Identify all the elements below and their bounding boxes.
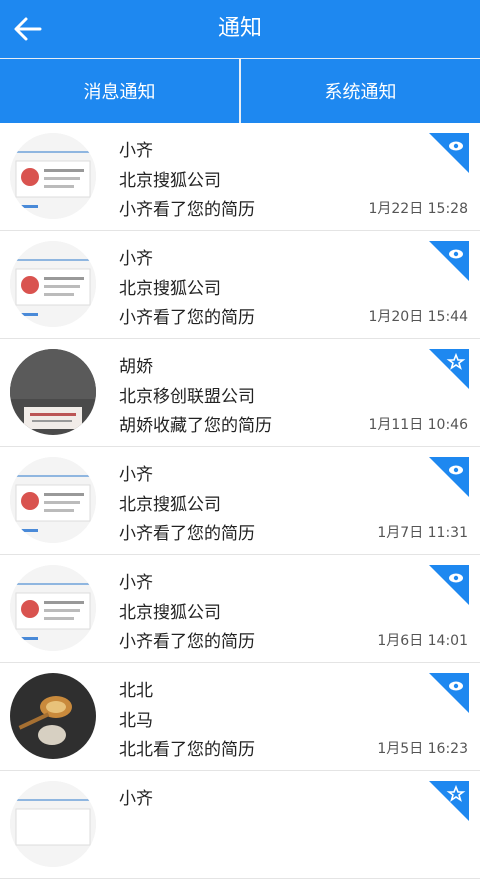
timestamp: 1月7日 11:31: [377, 525, 468, 541]
sender-name: 小齐: [119, 141, 153, 161]
notification-message: 小齐看了您的简历: [119, 308, 255, 328]
notification-item[interactable]: 小齐 北京搜狐公司 小齐看了您的简历 1月20日 15:44: [0, 231, 480, 339]
notification-item[interactable]: 北北 北马 北北看了您的简历 1月5日 16:23: [0, 663, 480, 771]
tab-message-notifications[interactable]: 消息通知: [0, 59, 239, 123]
eye-icon: [429, 673, 469, 713]
notification-item[interactable]: 小齐 北京搜狐公司 小齐看了您的简历 1月6日 14:01: [0, 555, 480, 663]
company-name: 北京搜狐公司: [119, 279, 221, 299]
notification-message: 小齐看了您的简历: [119, 200, 255, 220]
timestamp: 1月22日 15:28: [368, 201, 468, 217]
avatar: [10, 457, 96, 543]
star-icon: [429, 781, 469, 821]
avatar: [10, 133, 96, 219]
eye-icon: [429, 565, 469, 605]
avatar: [10, 241, 96, 327]
notification-item[interactable]: 小齐 北京搜狐公司 小齐看了您的简历 1月22日 15:28: [0, 123, 480, 231]
eye-icon: [429, 241, 469, 281]
sender-name: 小齐: [119, 249, 153, 269]
sender-name: 北北: [119, 681, 153, 701]
tab-bar: 消息通知 系统通知: [0, 58, 480, 123]
sender-name: 胡娇: [119, 357, 153, 377]
company-name: 北京搜狐公司: [119, 495, 221, 515]
avatar: [10, 349, 96, 435]
sender-name: 小齐: [119, 789, 153, 809]
tab-system-notifications[interactable]: 系统通知: [239, 59, 480, 123]
timestamp: 1月6日 14:01: [377, 633, 468, 649]
notification-list: 小齐 北京搜狐公司 小齐看了您的简历 1月22日 15:28 小齐 北京搜狐公司: [0, 123, 480, 879]
notification-message: 胡娇收藏了您的简历: [119, 416, 272, 436]
avatar: [10, 781, 96, 867]
eye-icon: [429, 133, 469, 173]
star-icon: [429, 349, 469, 389]
notification-message: 小齐看了您的简历: [119, 632, 255, 652]
sender-name: 小齐: [119, 465, 153, 485]
notification-message: 小齐看了您的简历: [119, 524, 255, 544]
company-name: 北京移创联盟公司: [119, 387, 255, 407]
notification-item[interactable]: 小齐: [0, 771, 480, 879]
notification-item[interactable]: 小齐 北京搜狐公司 小齐看了您的简历 1月7日 11:31: [0, 447, 480, 555]
avatar: [10, 565, 96, 651]
app-header: 通知: [0, 0, 480, 58]
notification-message: 北北看了您的简历: [119, 740, 255, 760]
avatar: [10, 673, 96, 759]
timestamp: 1月5日 16:23: [377, 741, 468, 757]
timestamp: 1月11日 10:46: [368, 417, 468, 433]
company-name: 北京搜狐公司: [119, 171, 221, 191]
company-name: 北京搜狐公司: [119, 603, 221, 623]
eye-icon: [429, 457, 469, 497]
timestamp: 1月20日 15:44: [368, 309, 468, 325]
company-name: 北马: [119, 711, 153, 731]
notification-item[interactable]: 胡娇 北京移创联盟公司 胡娇收藏了您的简历 1月11日 10:46: [0, 339, 480, 447]
sender-name: 小齐: [119, 573, 153, 593]
page-title: 通知: [217, 16, 262, 41]
